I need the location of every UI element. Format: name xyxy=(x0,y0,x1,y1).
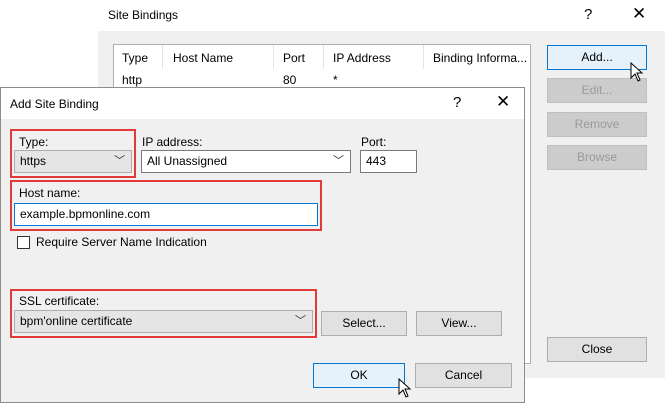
ssl-certificate-label: SSL certificate: xyxy=(19,294,100,308)
ip-address-value: All Unassigned xyxy=(147,154,228,168)
cursor-arrow-icon xyxy=(630,62,644,82)
close-button[interactable]: Close xyxy=(547,337,647,362)
ssl-certificate-value: bpm'online certificate xyxy=(20,314,133,328)
chevron-down-icon: ﹀ xyxy=(333,155,344,167)
help-icon[interactable]: ? xyxy=(453,94,461,111)
select-certificate-button[interactable]: Select... xyxy=(321,311,407,336)
type-label: Type: xyxy=(19,135,49,149)
cursor-arrow-icon xyxy=(398,378,412,398)
chevron-down-icon: ﹀ xyxy=(295,315,306,327)
type-select-value: https xyxy=(20,154,47,168)
chevron-down-icon: ﹀ xyxy=(114,155,125,167)
ok-button[interactable]: OK xyxy=(313,363,405,388)
row-port: 80 xyxy=(283,73,297,87)
ip-address-label: IP address: xyxy=(142,135,203,149)
type-select[interactable]: https ﹀ xyxy=(14,150,132,173)
site-bindings-titlebar xyxy=(98,0,665,31)
host-name-label: Host name: xyxy=(19,186,81,200)
sni-label: Require Server Name Indication xyxy=(36,235,207,249)
port-field[interactable]: 443 xyxy=(360,150,417,173)
ssl-certificate-select[interactable]: bpm'online certificate ﹀ xyxy=(14,310,313,333)
row-type: http xyxy=(122,73,143,87)
view-certificate-button[interactable]: View... xyxy=(416,311,502,336)
browse-button[interactable]: Browse xyxy=(547,145,647,170)
port-label: Port: xyxy=(361,135,387,149)
remove-button[interactable]: Remove xyxy=(547,112,647,137)
ip-address-select[interactable]: All Unassigned ﹀ xyxy=(141,150,351,173)
site-bindings-title: Site Bindings xyxy=(108,8,179,22)
dialog-title: Add Site Binding xyxy=(10,97,99,111)
cancel-button[interactable]: Cancel xyxy=(415,363,512,388)
close-icon[interactable]: ✕ xyxy=(632,4,646,24)
row-ip: * xyxy=(333,73,338,87)
host-name-field[interactable]: example.bpmonline.com xyxy=(14,203,318,226)
close-icon[interactable]: ✕ xyxy=(496,92,510,112)
help-icon[interactable]: ? xyxy=(584,6,592,23)
sni-checkbox[interactable] xyxy=(17,236,30,249)
